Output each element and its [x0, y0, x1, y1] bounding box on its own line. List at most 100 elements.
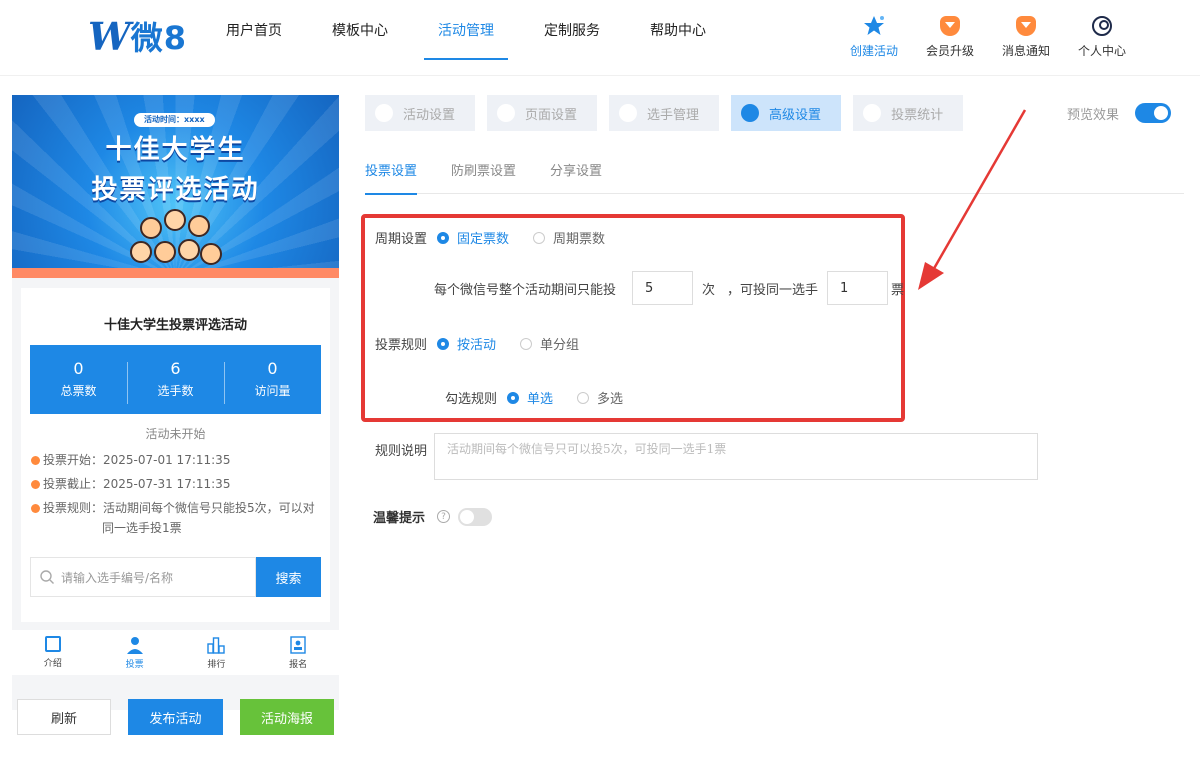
tab-ranking[interactable]: 排行: [176, 630, 258, 675]
limit-unit: 次: [702, 282, 716, 298]
activity-poster-button[interactable]: 活动海报: [240, 699, 334, 735]
stat-value: 0: [267, 358, 278, 378]
settings-tabs: 活动设置 页面设置 选手管理 高级设置 投票统计: [365, 95, 975, 131]
search-input[interactable]: 请输入选手编号/名称: [30, 557, 256, 597]
stat-label: 选手数: [157, 383, 194, 398]
radio-circle: [437, 337, 450, 350]
limit-prefix: 每个微信号整个活动期间只能投: [434, 282, 617, 298]
radio-periodic-votes[interactable]: 周期票数: [533, 228, 605, 247]
warm-tip-row: 温馨提示 ?: [373, 507, 493, 526]
search-button[interactable]: 搜索: [256, 557, 321, 597]
stat-contestants: 6 选手数: [127, 358, 224, 404]
publish-activity-button[interactable]: 发布活动: [128, 699, 223, 735]
radio-single-group[interactable]: 单分组: [520, 334, 579, 353]
tab-vote-statistics[interactable]: 投票统计: [853, 95, 964, 131]
stat-label: 访问量: [254, 383, 291, 398]
header-tools: 创建活动 会员升级 消息通知 个人中心: [836, 14, 1140, 59]
tab-vote[interactable]: 投票: [94, 630, 176, 675]
tab-signup[interactable]: 报名: [257, 630, 339, 675]
students-illustration: [130, 207, 226, 275]
vote-rule-label: 投票规则: [375, 338, 428, 353]
bell-shield-icon: [1014, 14, 1038, 38]
tab-intro[interactable]: 介绍: [12, 630, 94, 675]
radio-multi-select[interactable]: 多选: [577, 388, 623, 407]
heart-icon: [375, 104, 393, 122]
refresh-button[interactable]: 刷新: [17, 699, 111, 735]
warm-tip-switch[interactable]: [458, 507, 493, 526]
user-circle-icon: [1090, 14, 1114, 38]
bullet-dot-icon: [31, 456, 40, 465]
subtab-share-settings[interactable]: 分享设置: [550, 144, 602, 194]
activity-card: 十佳大学生投票评选活动 0 总票数 6 选手数 0 访问量 活动未开始 投票开始…: [21, 288, 330, 622]
search-icon: [40, 570, 54, 584]
stat-label: 总票数: [60, 383, 97, 398]
logo-text: 微8: [130, 19, 187, 57]
stats-bar: 0 总票数 6 选手数 0 访问量: [30, 345, 321, 414]
member-upgrade-button[interactable]: 会员升级: [912, 14, 988, 59]
personal-center-button[interactable]: 个人中心: [1064, 14, 1140, 59]
statistics-icon: [863, 104, 882, 122]
stat-total-votes: 0 总票数: [30, 358, 127, 402]
personal-center-label: 个人中心: [1077, 44, 1126, 58]
activity-card-title: 十佳大学生投票评选活动: [103, 318, 247, 333]
create-activity-button[interactable]: 创建活动: [836, 14, 912, 59]
tab-advanced-settings[interactable]: 高级设置: [731, 95, 842, 131]
stat-visits: 0 访问量: [224, 358, 321, 404]
document-icon: [44, 636, 61, 652]
preview-effect-switch[interactable]: [1135, 103, 1172, 123]
contestant-search: 请输入选手编号/名称 搜索: [30, 557, 321, 597]
radio-circle: [520, 337, 533, 350]
warm-tip-label: 温馨提示: [373, 511, 426, 526]
banner-ground: [12, 268, 339, 278]
radio-circle: [507, 391, 520, 404]
preview-tabbar: 介绍 投票 排行 报名: [12, 630, 339, 675]
same-unit: 票: [891, 282, 905, 298]
nav-templates[interactable]: 模板中心: [318, 0, 402, 60]
activity-time-pill: 活动时间：xxxx: [134, 113, 215, 127]
info-vote-end: 投票截止：2025-07-31 17:11:35: [31, 474, 321, 494]
info-vote-start: 投票开始：2025-07-01 17:11:35: [31, 450, 321, 470]
nav-home[interactable]: 用户首页: [212, 0, 296, 60]
subtab-vote-settings[interactable]: 投票设置: [365, 144, 418, 195]
radio-single-select[interactable]: 单选: [507, 388, 553, 407]
signup-icon: [290, 635, 306, 654]
bullet-dot-icon: [31, 480, 40, 489]
help-question-icon[interactable]: ?: [437, 510, 451, 523]
radio-by-activity[interactable]: 按活动: [437, 334, 496, 353]
vote-rule-row: 投票规则 按活动 单分组: [375, 334, 603, 353]
search-placeholder: 请输入选手编号/名称: [61, 570, 174, 585]
rule-description-textarea[interactable]: 活动期间每个微信号只可以投5次，可投同一选手1票: [434, 433, 1038, 480]
person-icon: [126, 636, 143, 654]
banner-title-line2: 投票评选活动: [91, 175, 260, 205]
preview-effect-label: 预览效果: [1067, 107, 1120, 123]
tab-contestant-management[interactable]: 选手管理: [609, 95, 720, 131]
notifications-label: 消息通知: [1001, 44, 1050, 58]
vote-sub-tabs: 投票设置 防刷票设置 分享设置: [365, 144, 1184, 195]
select-rule-label: 勾选规则: [445, 392, 498, 407]
nav-activity-management[interactable]: 活动管理: [424, 0, 508, 60]
cycle-setting-row: 周期设置 固定票数 周期票数: [375, 228, 629, 247]
same-contestant-input[interactable]: 1: [827, 271, 889, 305]
vote-limit-input[interactable]: 5: [632, 271, 694, 305]
tab-page-settings[interactable]: 页面设置: [487, 95, 598, 131]
main-nav: 用户首页 模板中心 活动管理 定制服务 帮助中心: [212, 0, 742, 76]
radio-fixed-votes[interactable]: 固定票数: [437, 228, 509, 247]
subtab-anti-fraud[interactable]: 防刷票设置: [451, 144, 516, 194]
notifications-button[interactable]: 消息通知: [988, 14, 1064, 59]
activity-banner: 活动时间：xxxx 十佳大学生 投票评选活动: [12, 95, 339, 278]
banner-title-line1: 十佳大学生: [105, 135, 246, 165]
cycle-setting-label: 周期设置: [375, 232, 428, 247]
nav-help-center[interactable]: 帮助中心: [636, 0, 720, 60]
select-rule-row: 勾选规则 单选 多选: [445, 388, 647, 407]
nav-custom-service[interactable]: 定制服务: [530, 0, 614, 60]
page-icon: [497, 104, 516, 122]
radio-circle: [437, 231, 450, 244]
mobile-preview: 活动时间：xxxx 十佳大学生 投票评选活动 十佳大学生投票评选活动 0 总票数…: [12, 95, 339, 710]
brand-logo[interactable]: W 微8: [88, 14, 187, 59]
radio-circle: [577, 391, 590, 404]
top-navbar: W 微8 用户首页 模板中心 活动管理 定制服务 帮助中心 创建活动 会员升级 …: [0, 0, 1200, 76]
preview-effect-toggle: 预览效果: [1067, 103, 1172, 123]
bullet-dot-icon: [31, 504, 40, 513]
radio-circle: [533, 231, 546, 244]
tab-activity-settings[interactable]: 活动设置: [365, 95, 476, 131]
